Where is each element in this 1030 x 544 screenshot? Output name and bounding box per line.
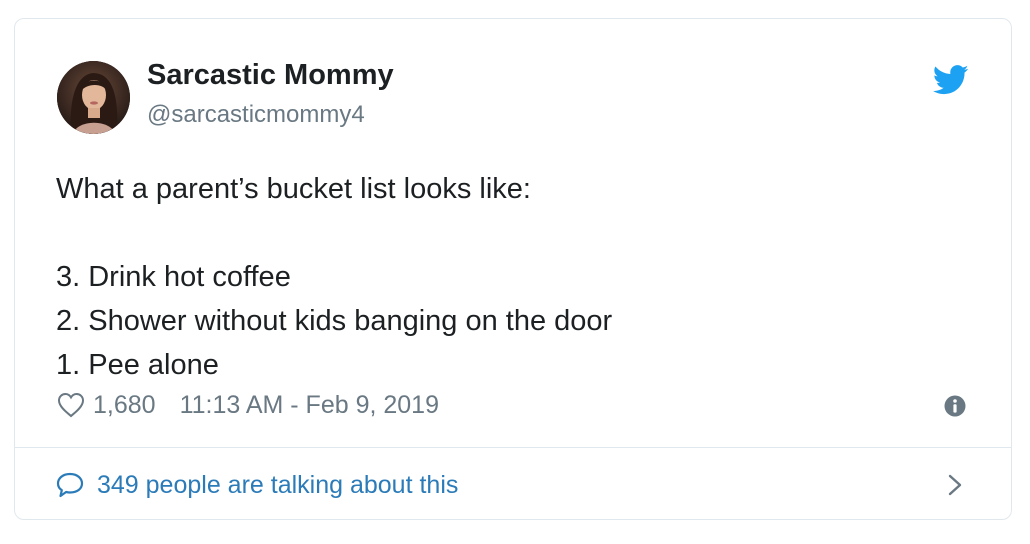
avatar[interactable] <box>57 61 130 134</box>
like-count[interactable]: 1,680 <box>93 391 156 420</box>
tweet-text: What a parent’s bucket list looks like: … <box>56 173 613 381</box>
avatar-image <box>57 61 130 134</box>
heart-icon[interactable] <box>57 392 85 418</box>
speech-bubble-icon <box>56 472 84 498</box>
chevron-right-icon[interactable] <box>945 471 965 499</box>
tweet-timestamp[interactable]: 11:13 AM - Feb 9, 2019 <box>180 391 439 420</box>
tweet-meta: 1,680 11:13 AM - Feb 9, 2019 <box>57 389 439 421</box>
twitter-bird-icon[interactable] <box>933 65 969 95</box>
author-handle[interactable]: @sarcasticmommy4 <box>147 101 365 129</box>
divider <box>15 447 1011 448</box>
conversation-label[interactable]: 349 people are talking about this <box>97 471 458 500</box>
tweet-card: Sarcastic Mommy @sarcasticmommy4 What a … <box>14 18 1012 520</box>
conversation-link[interactable]: 349 people are talking about this <box>55 467 458 503</box>
info-icon[interactable] <box>943 394 967 418</box>
author-display-name[interactable]: Sarcastic Mommy <box>147 59 394 92</box>
